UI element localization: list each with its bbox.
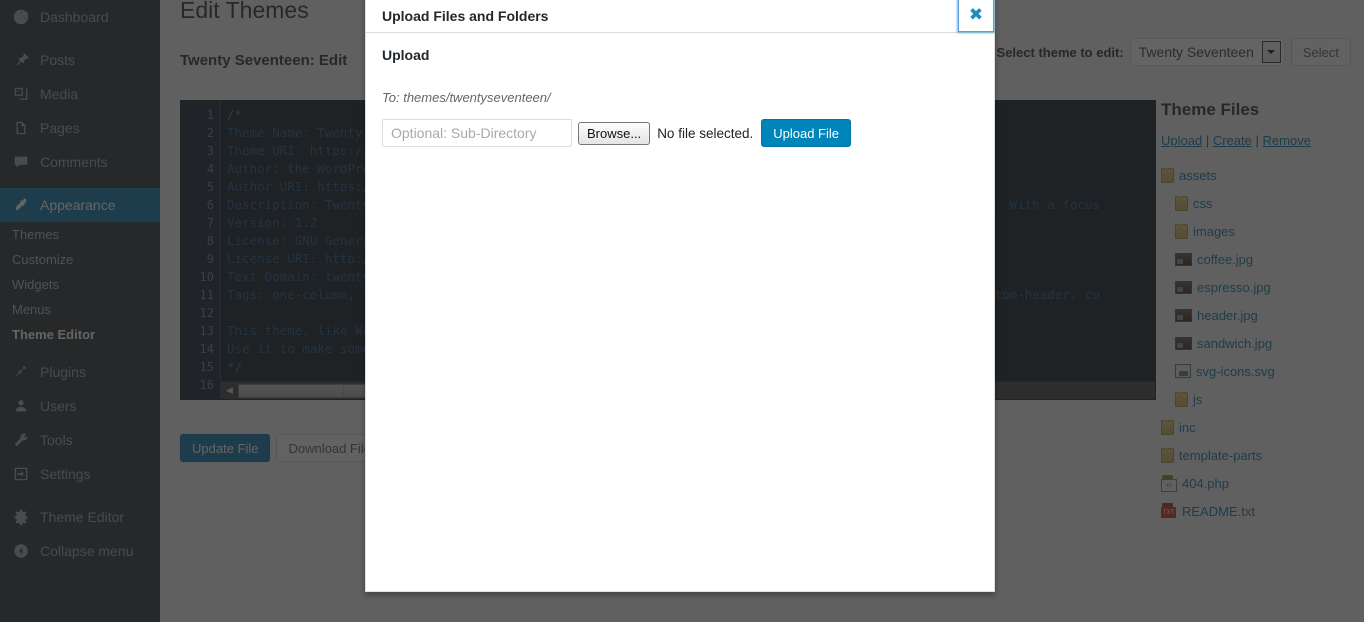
upload-target-path: To: themes/twentyseventeen/	[382, 90, 551, 105]
upload-heading: Upload	[382, 47, 430, 63]
upload-form-row: Browse... No file selected. Upload File	[382, 119, 978, 147]
no-file-selected-label: No file selected.	[657, 125, 754, 141]
upload-file-button[interactable]: Upload File	[761, 119, 852, 147]
subdirectory-input[interactable]	[382, 119, 572, 147]
close-icon[interactable]: ✖	[958, 0, 994, 32]
modal-title: Upload Files and Folders	[382, 8, 549, 24]
modal-body: Upload To: themes/twentyseventeen/ Brows…	[366, 33, 994, 147]
upload-modal: Upload Files and Folders ✖ Upload To: th…	[365, 0, 995, 592]
browse-button[interactable]: Browse...	[578, 121, 651, 145]
modal-header: Upload Files and Folders ✖	[366, 0, 994, 33]
admin-screen: Dashboard Posts Media Pages Commen	[0, 0, 1364, 622]
